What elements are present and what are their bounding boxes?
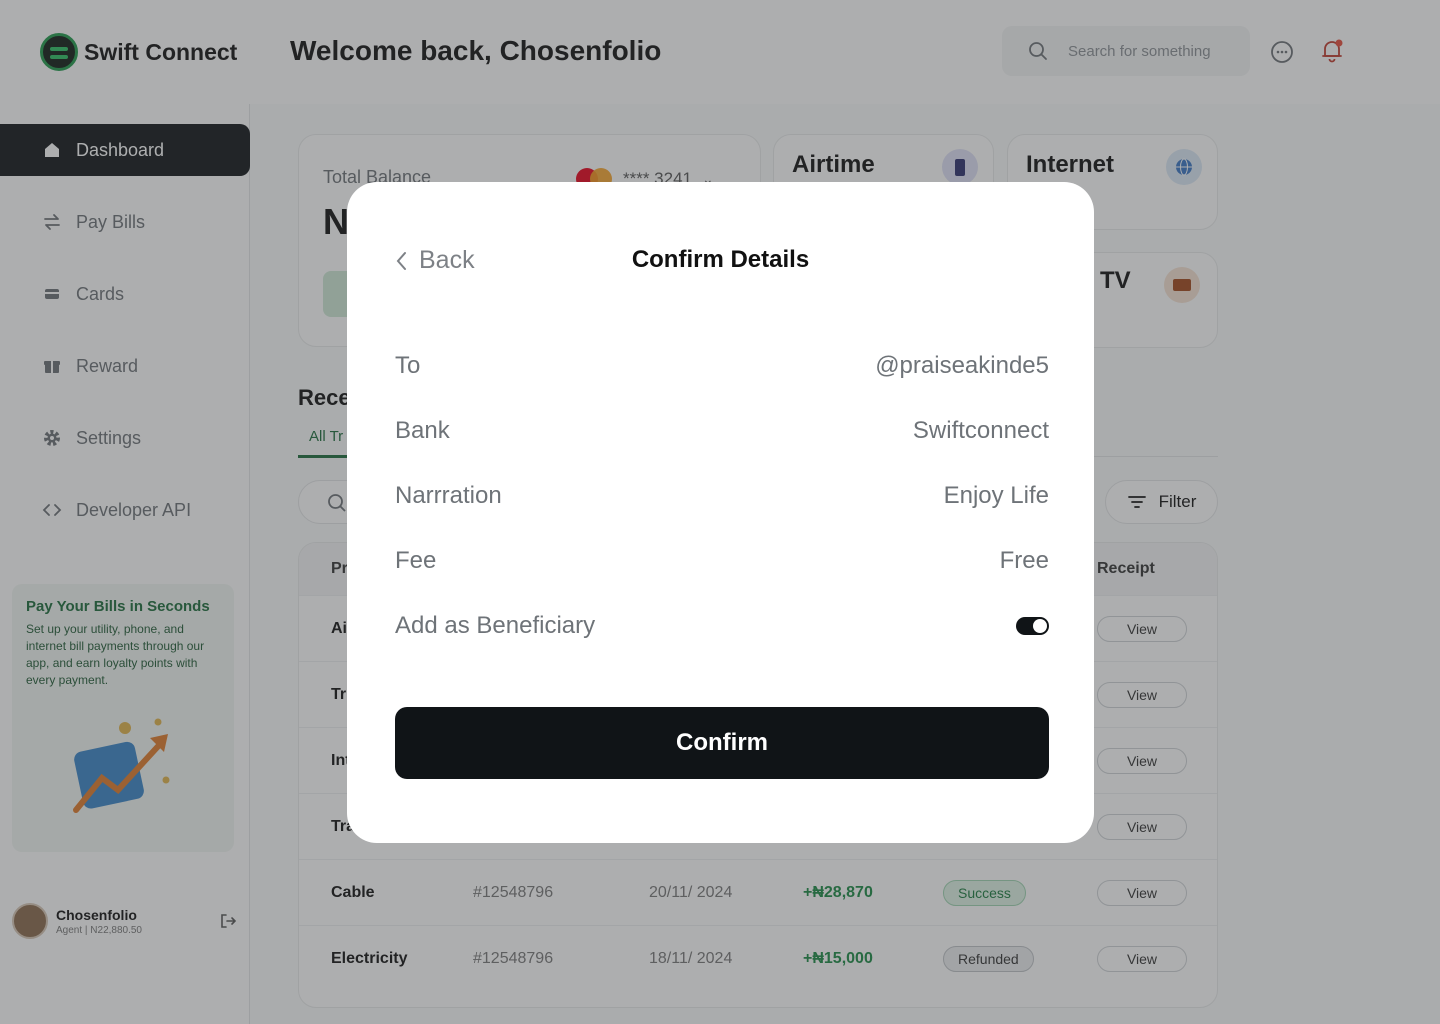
confirm-details-modal: Confirm Details Back To @praiseakinde5 B… bbox=[347, 182, 1094, 843]
confirm-button[interactable]: Confirm bbox=[395, 707, 1049, 779]
detail-label: Bank bbox=[395, 417, 450, 444]
detail-label: To bbox=[395, 352, 421, 379]
detail-value: Free bbox=[999, 547, 1049, 574]
detail-value: Swiftconnect bbox=[912, 417, 1049, 444]
detail-row-to: To @praiseakinde5 bbox=[395, 352, 1049, 380]
detail-row-fee: Fee Free bbox=[395, 547, 1049, 575]
detail-row-beneficiary: Add as Beneficiary bbox=[395, 612, 1049, 640]
app: Swift Connect Welcome back, Chosenfolio … bbox=[0, 0, 1440, 1024]
chevron-left-icon bbox=[396, 251, 406, 270]
detail-label: Fee bbox=[395, 547, 437, 574]
detail-value: Enjoy Life bbox=[943, 482, 1049, 509]
beneficiary-toggle[interactable] bbox=[1016, 617, 1049, 635]
detail-label: Narrration bbox=[395, 482, 502, 509]
back-button[interactable]: Back bbox=[395, 246, 475, 275]
beneficiary-label: Add as Beneficiary bbox=[395, 612, 596, 639]
detail-row-narration: Narrration Enjoy Life bbox=[395, 482, 1049, 510]
detail-row-bank: Bank Swiftconnect bbox=[395, 417, 1049, 445]
detail-value: @praiseakinde5 bbox=[875, 352, 1049, 379]
back-label: Back bbox=[419, 246, 475, 274]
